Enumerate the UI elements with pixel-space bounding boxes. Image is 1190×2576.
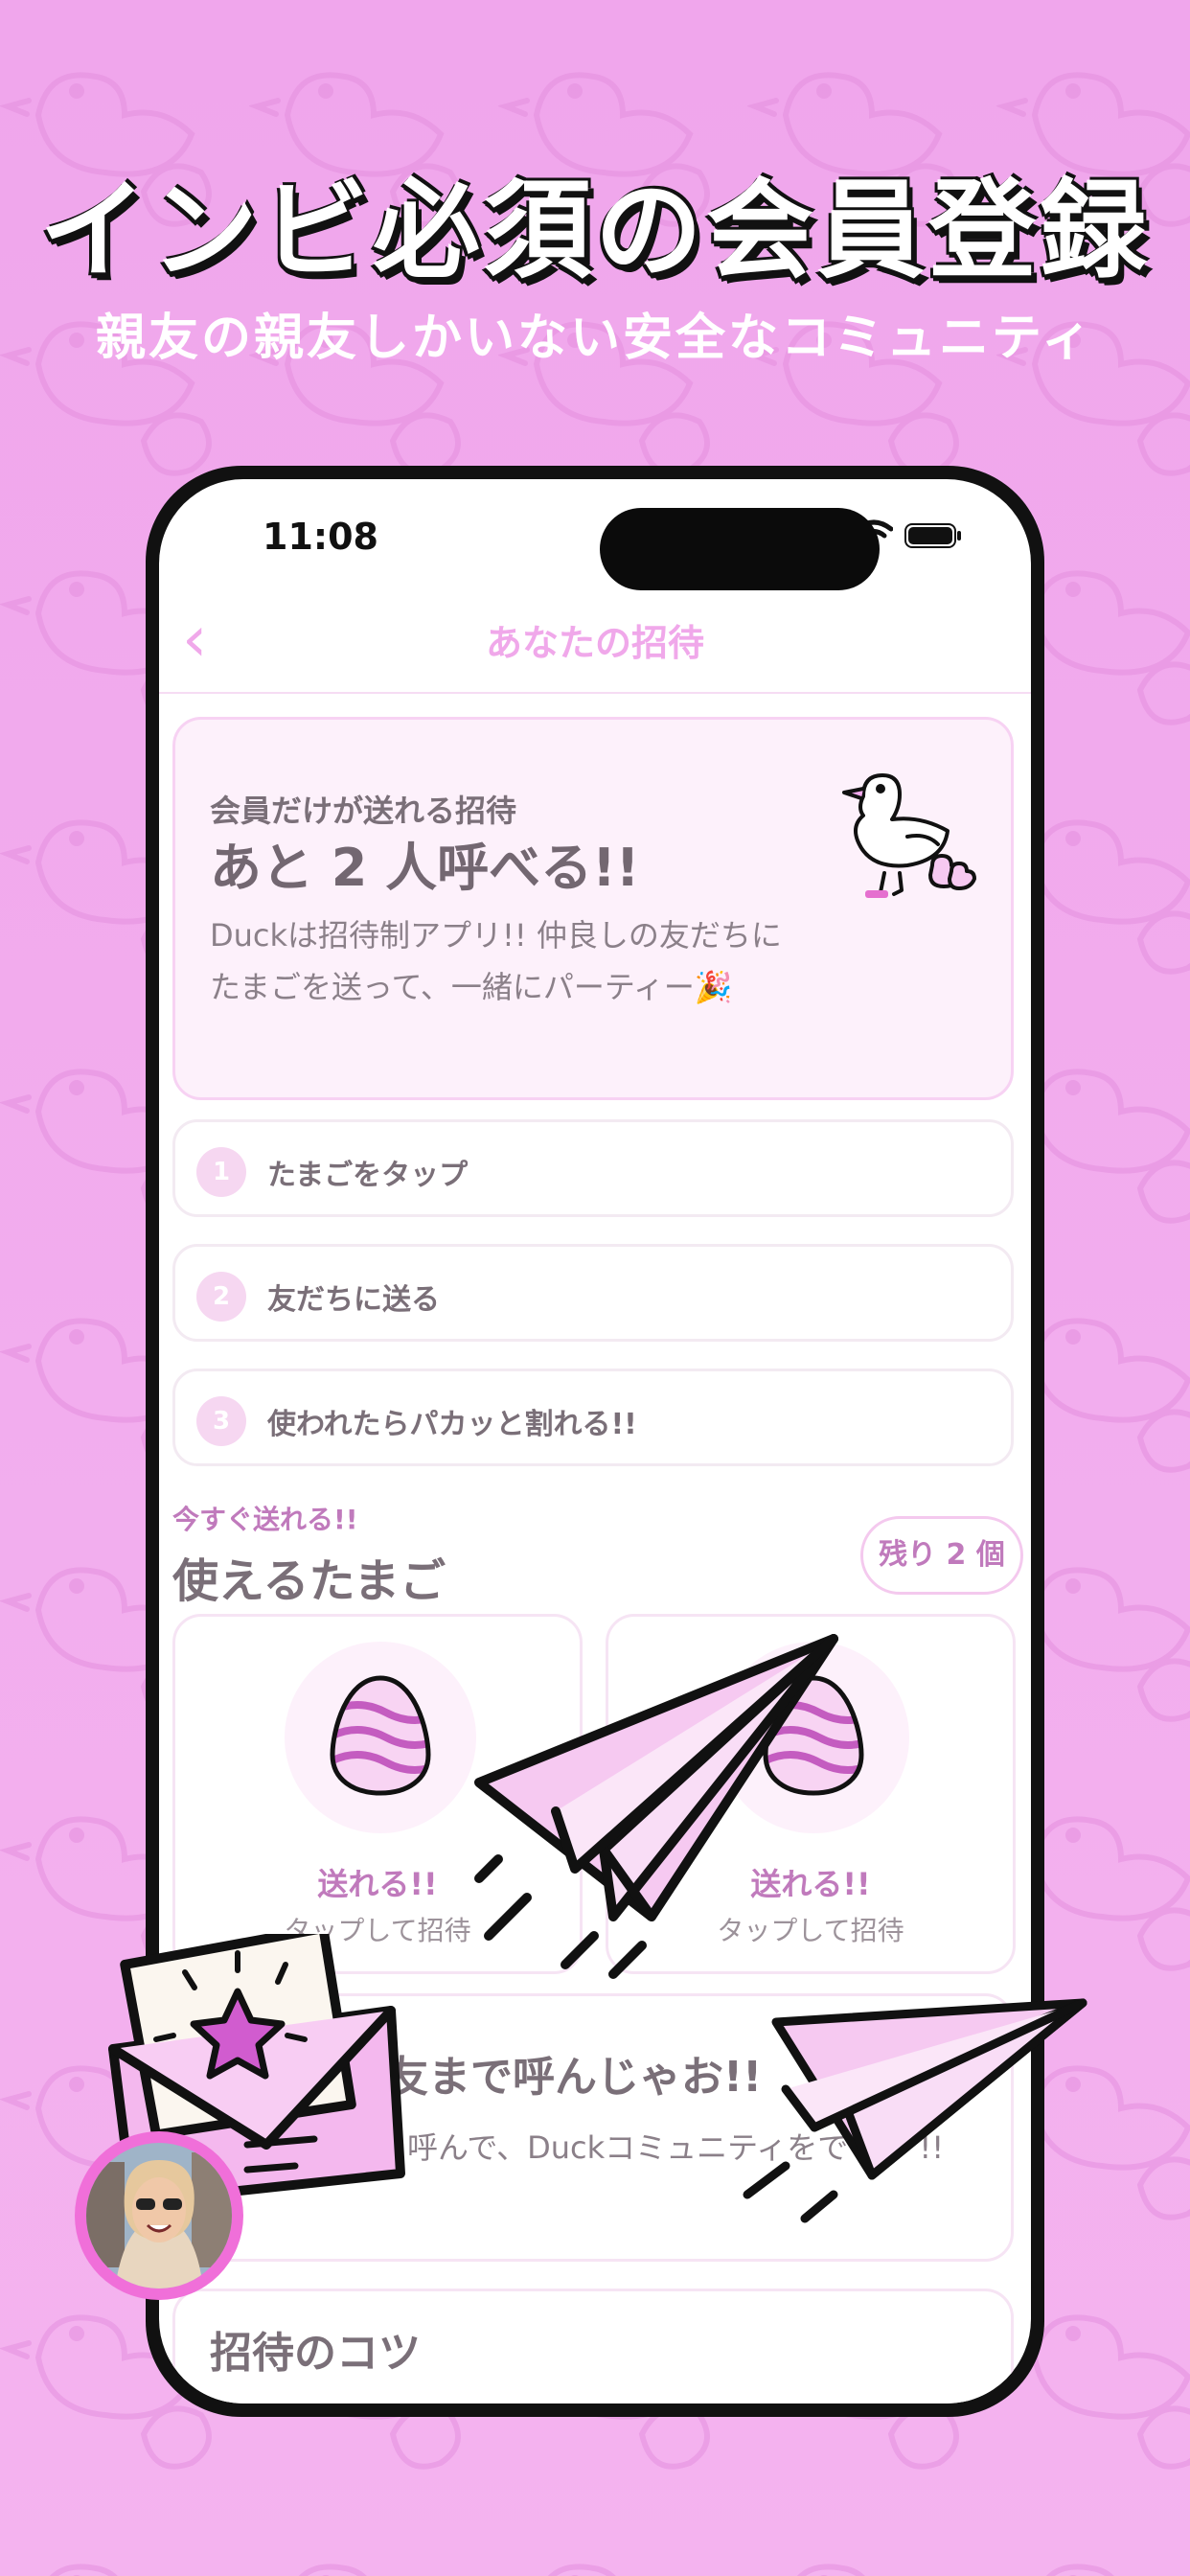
- step-label: 使われたらパカッと割れる!!: [267, 1408, 637, 1441]
- nav-bar: ‹ あなたの招待: [159, 585, 1031, 694]
- hero-subheadline: 親友の親友しかいない安全なコミュニティ: [96, 310, 1094, 367]
- paper-plane-icon: [474, 1634, 838, 1979]
- invite-count-title: あと 2 人呼べる!!: [210, 838, 640, 898]
- invite-summary-card: 会員だけが送れる招待 あと 2 人呼べる!! Duckは招待制アプリ!! 仲良し…: [172, 717, 1014, 1100]
- step-label: 友だちに送る: [267, 1283, 440, 1317]
- step-item: 3 使われたらパカッと割れる!!: [172, 1368, 1014, 1466]
- avatar-photo: [86, 2143, 232, 2288]
- status-time: 11:08: [263, 516, 378, 558]
- hero-headline: インビ必須の会員登録: [39, 169, 1151, 293]
- eggs-title: 使えるたまご: [172, 1554, 446, 1608]
- page-title: あなたの招待: [485, 622, 704, 664]
- tips-title: 招待のコツ: [210, 2329, 421, 2378]
- battery-icon: [904, 523, 961, 548]
- eggs-kicker: 今すぐ送れる!!: [172, 1504, 358, 1535]
- user-avatar: [75, 2131, 243, 2300]
- step-item: 1 たまごをタップ: [172, 1119, 1014, 1217]
- step-number: 2: [196, 1272, 246, 1322]
- dynamic-island: [600, 508, 880, 590]
- step-item: 2 友だちに送る: [172, 1244, 1014, 1342]
- duck-family-icon: [842, 773, 976, 898]
- step-number: 3: [196, 1396, 246, 1446]
- paper-plane-icon: [743, 1998, 1087, 2223]
- step-number: 1: [196, 1147, 246, 1197]
- promo-title: 友まで呼んじゃお!!: [386, 2053, 763, 2102]
- status-bar: 11:08 ●●●●: [159, 479, 1031, 585]
- invite-description: Duckは招待制アプリ!! 仲良しの友だちにたまごを送って、一緒にパーティー🎉: [210, 917, 782, 1005]
- step-label: たまごをタップ: [267, 1159, 469, 1192]
- avatar-portrait: [86, 2143, 232, 2288]
- egg-icon: [330, 1675, 431, 1796]
- tips-card: 招待のコツ: [172, 2288, 1014, 2404]
- remaining-badge: 残り 2 個: [860, 1516, 1023, 1595]
